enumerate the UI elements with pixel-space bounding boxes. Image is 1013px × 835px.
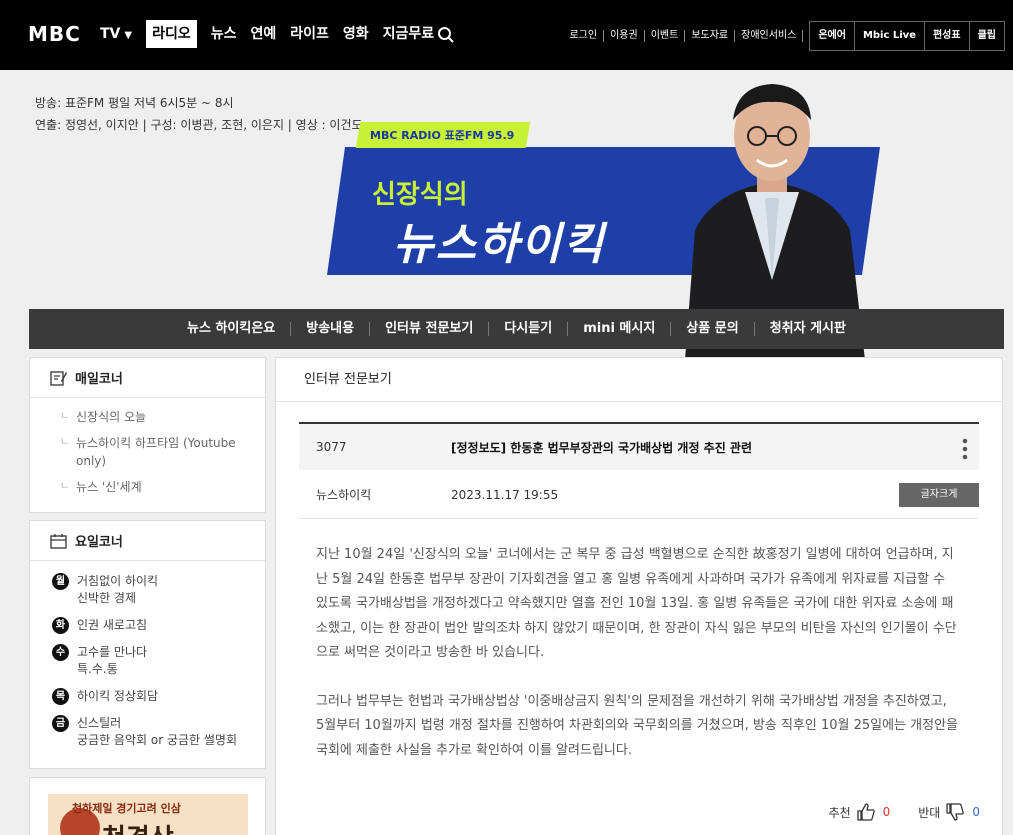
more-options-icon[interactable]: [961, 437, 969, 461]
subnav-about[interactable]: 뉴스 하이킥은요: [172, 322, 292, 336]
utility-box-group: 온에어 Mbic Live 편성표 클립: [809, 21, 1005, 51]
promo-box: 천하제일 경기고려 인삼 천경상: [29, 777, 266, 835]
onair-button[interactable]: 온에어: [810, 22, 855, 50]
accessibility-link[interactable]: 장애인서비스: [735, 30, 804, 42]
search-icon[interactable]: [437, 26, 455, 44]
list-item[interactable]: 신장식의 오늘: [60, 408, 265, 426]
article-date: 2023.11.17 19:55: [451, 487, 559, 502]
weekly-corner-box: 요일코너 월 거침없이 하이킥신박한 경제 화 인권 새로고침 수 고수를 만나…: [29, 520, 266, 769]
corner-name: 하이킥 정상회담: [77, 689, 159, 703]
broadcast-time: 방송: 표준FM 평일 저녁 6시5분 ~ 8시: [35, 96, 234, 110]
article-body: 지난 10월 24일 '신장식의 오늘' 코너에서는 군 복무 중 급성 백혈병…: [316, 543, 958, 787]
event-link[interactable]: 이벤트: [645, 30, 686, 42]
staff-credits: 연출: 정영선, 이지안 | 구성: 이병관, 조현, 이은지 | 영상 : 이…: [35, 118, 363, 132]
day-badge: 수: [52, 644, 69, 661]
daily-corner-header: 매일코너: [30, 358, 265, 398]
list-item[interactable]: 월 거침없이 하이킥신박한 경제: [52, 573, 265, 607]
chevron-down-icon: ▼: [124, 30, 133, 41]
corner-name: 인권 새로고침: [77, 618, 148, 632]
nav-news[interactable]: 뉴스: [211, 20, 237, 48]
nav-life[interactable]: 라이프: [290, 20, 329, 48]
subnav-product-inquiry[interactable]: 상품 문의: [671, 322, 755, 336]
like-count: 0: [882, 805, 891, 819]
calendar-icon: [50, 533, 67, 549]
vote-bar: 추천 0 반대 0: [829, 803, 980, 821]
thumbs-up-icon[interactable]: [856, 803, 875, 821]
list-item[interactable]: 목 하이킥 정상회담: [52, 688, 265, 705]
main-content: 인터뷰 전문보기 3077 [정정보도] 한동훈 법무부장관의 국가배상법 개정…: [275, 357, 1003, 835]
top-navigation-bar: MBC TV ▼ 라디오 뉴스 연예 라이프 영화 지금무료 로그인 이용권 이벤…: [0, 0, 1013, 70]
radio-badge: MBC RADIO 표준FM 95.9: [355, 122, 531, 148]
nav-movie[interactable]: 영화: [343, 20, 369, 48]
corner-name: 거침없이 하이킥: [77, 574, 159, 588]
article-meta-row: 뉴스하이킥 2023.11.17 19:55 글자크게: [299, 471, 979, 519]
promo-banner[interactable]: 천하제일 경기고려 인삼 천경상: [48, 794, 248, 835]
subnav-interview[interactable]: 인터뷰 전문보기: [370, 322, 490, 336]
article-title-row: 3077 [정정보도] 한동훈 법무부장관의 국가배상법 개정 추진 관련: [299, 422, 979, 470]
schedule-button[interactable]: 편성표: [925, 22, 970, 50]
broadcast-info: 방송: 표준FM 평일 저녁 6시5분 ~ 8시 연출: 정영선, 이지안 | …: [35, 92, 363, 136]
list-item[interactable]: 뉴스하이킥 하프타임 (Youtube only): [60, 434, 265, 470]
program-title: 뉴스하이킥: [393, 219, 606, 270]
daily-corner-list: 신장식의 오늘 뉴스하이킥 하프타임 (Youtube only) 뉴스 '신'…: [30, 398, 265, 496]
article-author: 뉴스하이킥: [316, 488, 372, 502]
list-item[interactable]: 뉴스 '신'세계: [60, 478, 265, 496]
like-label: 추천: [828, 805, 851, 820]
weekly-corner-header: 요일코너: [30, 521, 265, 561]
corner-name: 신박한 경제: [77, 591, 137, 605]
promo-tagline: 천하제일 경기고려 인삼: [72, 802, 181, 815]
subnav-mini-message[interactable]: mini 메시지: [568, 322, 672, 336]
enlarge-font-button[interactable]: 글자크게: [899, 483, 979, 507]
thumbs-down-icon[interactable]: [946, 803, 965, 821]
subnav-replay[interactable]: 다시듣기: [489, 322, 569, 336]
nav-free-now[interactable]: 지금무료: [383, 20, 435, 48]
nav-tv[interactable]: TV ▼: [100, 20, 132, 48]
day-badge: 월: [52, 573, 69, 590]
weekly-corner-list: 월 거침없이 하이킥신박한 경제 화 인권 새로고침 수 고수를 만나다특.수.…: [30, 561, 265, 749]
subnav-contents[interactable]: 방송내용: [291, 322, 371, 336]
main-nav: TV ▼ 라디오 뉴스 연예 라이프 영화 지금무료: [100, 20, 448, 48]
nav-radio[interactable]: 라디오: [146, 20, 197, 48]
corner-name: 신스틸러: [77, 716, 122, 730]
article-number: 3077: [316, 440, 347, 454]
program-title-small: 신장식의: [372, 180, 468, 210]
program-sub-nav: 뉴스 하이킥은요 방송내용 인터뷰 전문보기 다시듣기 mini 메시지 상품 …: [29, 309, 1004, 349]
corner-name: 고수를 만나다: [77, 645, 148, 659]
nav-entertainment[interactable]: 연예: [251, 20, 277, 48]
article-paragraph: 그러나 법무부는 헌법과 국가배상법상 '이중배상금지 원칙'의 문제점을 개선…: [316, 693, 958, 758]
article-title: [정정보도] 한동훈 법무부장관의 국가배상법 개정 추진 관련: [451, 440, 752, 455]
login-link[interactable]: 로그인: [563, 30, 605, 42]
promo-title: 천경상: [102, 818, 174, 835]
day-badge: 화: [52, 617, 69, 634]
dislike-label: 반대: [918, 805, 941, 820]
mbc-logo[interactable]: MBC: [28, 22, 81, 46]
subnav-listener-board[interactable]: 청취자 게시판: [755, 322, 861, 336]
press-link[interactable]: 보도자료: [685, 30, 736, 42]
subscription-link[interactable]: 이용권: [604, 30, 645, 42]
list-item[interactable]: 화 인권 새로고침: [52, 617, 265, 634]
utility-menu: 로그인 이용권 이벤트 보도자료 장애인서비스 온에어 Mbic Live 편성…: [563, 21, 1005, 51]
pencil-note-icon: [50, 370, 67, 386]
day-badge: 목: [52, 688, 69, 705]
daily-corner-title: 매일코너: [75, 372, 123, 387]
list-item[interactable]: 수 고수를 만나다특.수.통: [52, 644, 265, 678]
clip-button[interactable]: 클립: [970, 22, 1004, 50]
list-item[interactable]: 금 신스틸러궁금한 음악회 or 궁금한 썰명회: [52, 715, 265, 749]
day-badge: 금: [52, 715, 69, 732]
mbic-live-button[interactable]: Mbic Live: [855, 22, 925, 50]
corner-name: 특.수.통: [77, 662, 118, 676]
dislike-count: 0: [972, 805, 980, 819]
section-title: 인터뷰 전문보기: [276, 358, 1002, 402]
corner-name: 궁금한 음악회 or 궁금한 썰명회: [77, 733, 238, 747]
daily-corner-box: 매일코너 신장식의 오늘 뉴스하이킥 하프타임 (Youtube only) 뉴…: [29, 357, 266, 513]
weekly-corner-title: 요일코너: [75, 535, 123, 550]
article-paragraph: 지난 10월 24일 '신장식의 오늘' 코너에서는 군 복무 중 급성 백혈병…: [316, 547, 957, 660]
